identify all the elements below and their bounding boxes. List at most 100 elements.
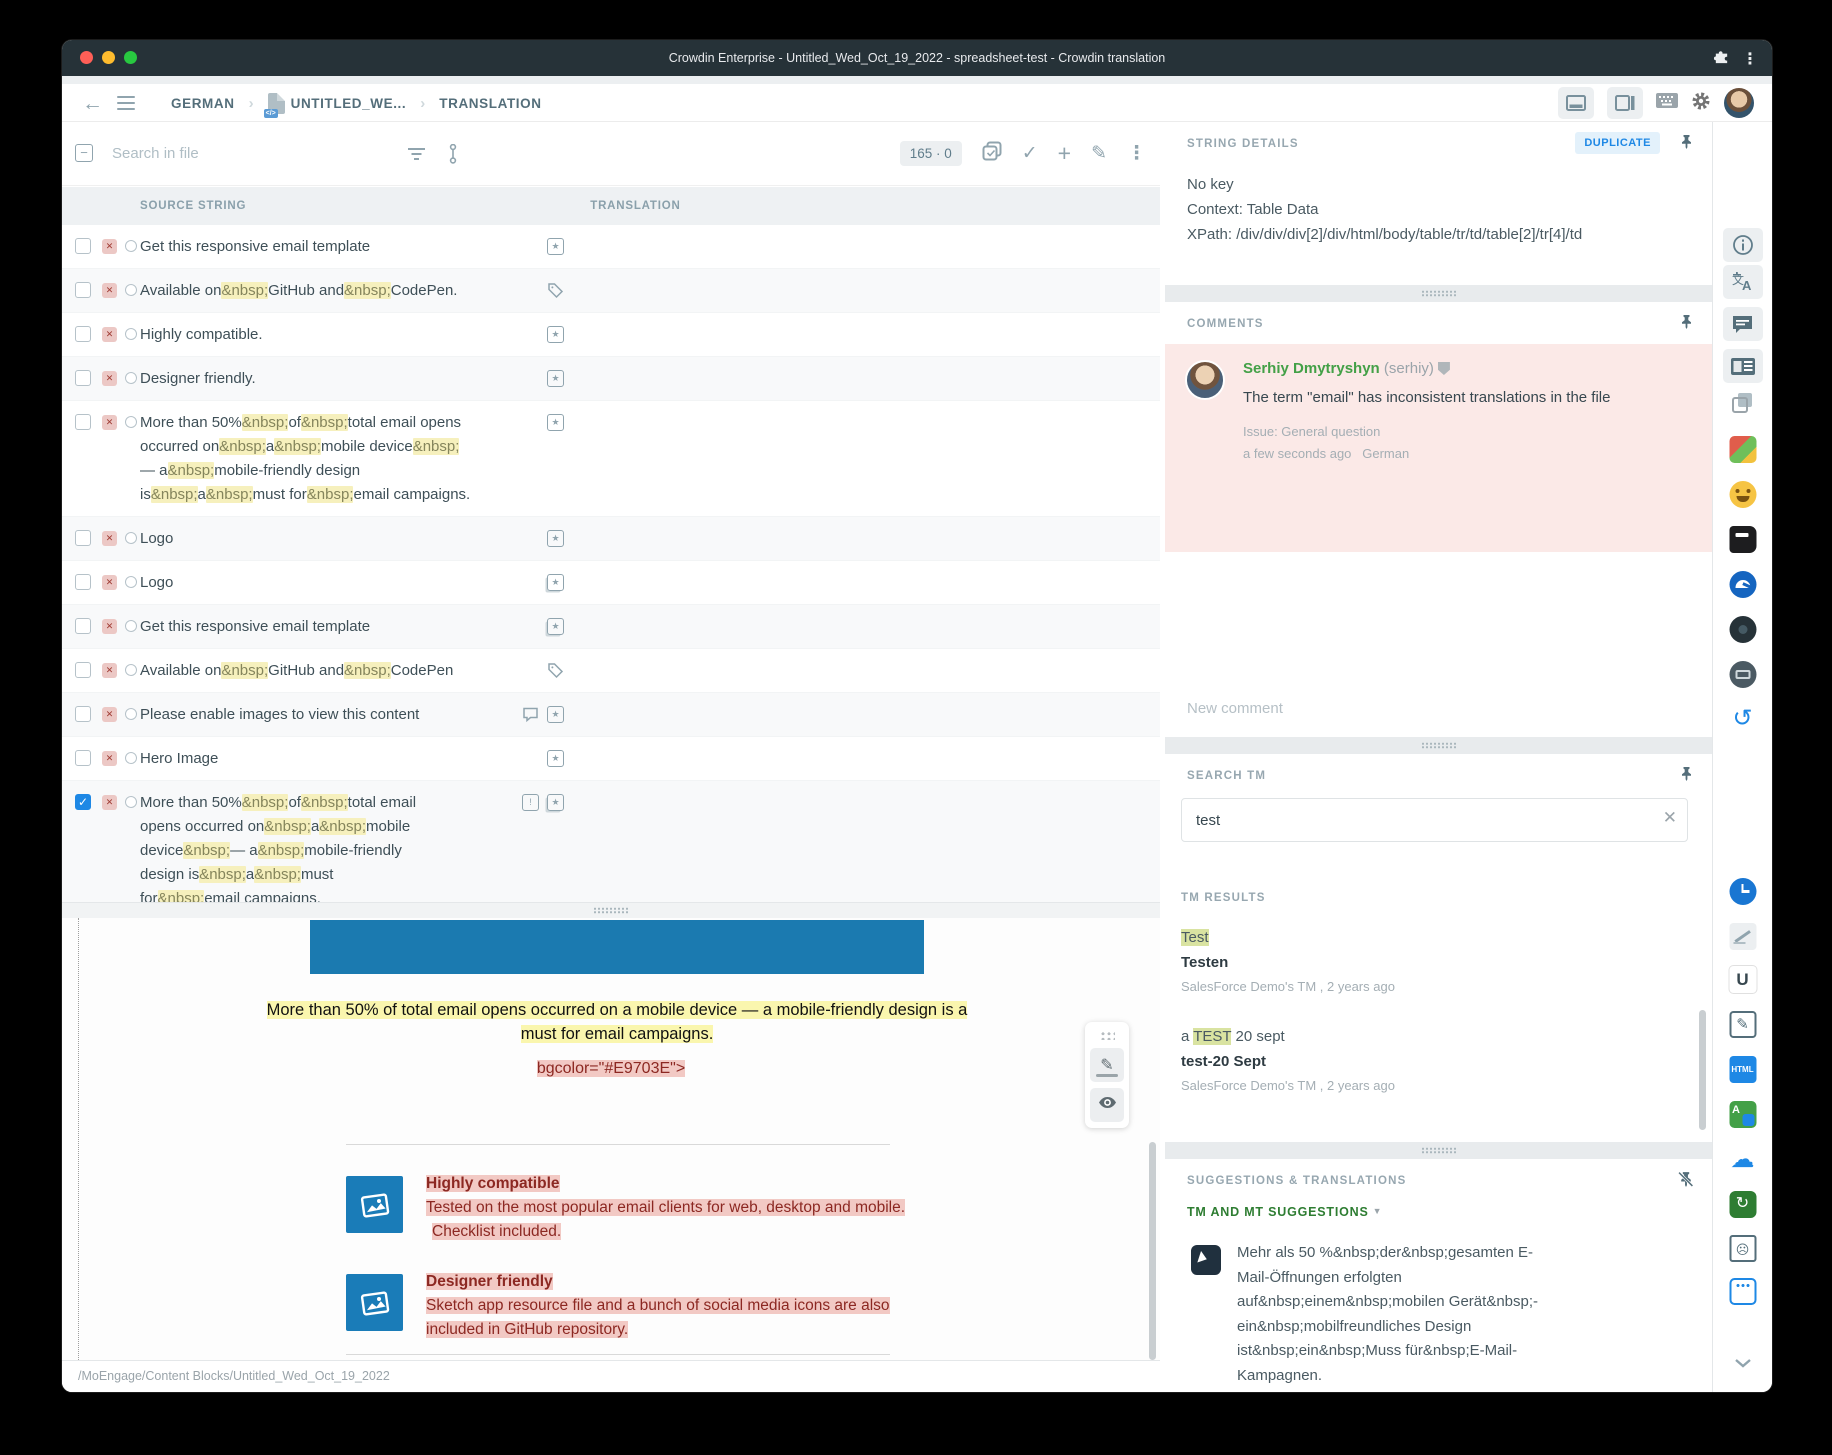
- timer-app-icon[interactable]: [1729, 878, 1756, 905]
- string-row[interactable]: ✕Designer friendly.★: [62, 357, 1160, 401]
- string-row[interactable]: ✕Logo★: [62, 561, 1160, 605]
- duplicate-badge[interactable]: DUPLICATE: [1575, 132, 1660, 154]
- side-by-side-view-icon[interactable]: [1607, 87, 1643, 119]
- window-controls[interactable]: [80, 51, 137, 64]
- draft-app-icon[interactable]: [1729, 923, 1756, 950]
- row-checkbox[interactable]: [75, 530, 91, 546]
- plus-icon[interactable]: +: [1058, 142, 1071, 165]
- source-string-text[interactable]: Hero Image: [140, 737, 1160, 780]
- preview-edit-button[interactable]: ✎: [1090, 1048, 1124, 1082]
- row-checkbox[interactable]: ✓: [75, 794, 91, 810]
- drag-handle-icon[interactable]: [1100, 1031, 1115, 1040]
- search-input[interactable]: [110, 136, 390, 170]
- history-app-icon[interactable]: ↺: [1729, 706, 1756, 733]
- pencil-icon[interactable]: ✎: [1091, 144, 1107, 163]
- tm-result[interactable]: a TEST 20 septtest-20 SeptSalesForce Dem…: [1181, 1025, 1672, 1098]
- html-app-icon[interactable]: HTML: [1729, 1056, 1756, 1083]
- tm-scrollbar[interactable]: [1699, 1010, 1706, 1130]
- keyboard-icon[interactable]: [1656, 93, 1678, 113]
- pin-icon[interactable]: [1679, 134, 1694, 154]
- unpin-icon[interactable]: [1678, 1171, 1694, 1192]
- cloud-app-icon[interactable]: ☁: [1729, 1147, 1756, 1174]
- email-hero-text[interactable]: More than 50% of total email opens occur…: [247, 998, 987, 1046]
- email-feature-2[interactable]: Designer friendly Sketch app resource fi…: [346, 1270, 906, 1342]
- split-view-icon[interactable]: [1558, 87, 1594, 119]
- breadcrumb-language[interactable]: GERMAN: [171, 96, 235, 111]
- main-menu-button[interactable]: [117, 96, 135, 111]
- source-string-text[interactable]: Please enable images to view this conten…: [140, 693, 1160, 736]
- row-checkbox[interactable]: [75, 618, 91, 634]
- breadcrumb-section[interactable]: TRANSLATION: [439, 96, 541, 111]
- source-string-text[interactable]: Logo: [140, 561, 1160, 604]
- section-splitter[interactable]: [1165, 1142, 1712, 1159]
- tm-mt-suggestions-toggle[interactable]: TM AND MT SUGGESTIONS▼: [1187, 1205, 1382, 1219]
- window-app-icon[interactable]: [1729, 1278, 1756, 1305]
- sort-icon[interactable]: [449, 144, 457, 169]
- string-row[interactable]: ✕Get this responsive email template★: [62, 605, 1160, 649]
- avatar[interactable]: [1724, 88, 1754, 118]
- pin-icon[interactable]: [1679, 314, 1694, 334]
- email-code-text[interactable]: bgcolor="#E9703E">: [62, 1060, 1160, 1078]
- zoom-window-icon[interactable]: [124, 51, 137, 64]
- comment[interactable]: Serhiy Dmytryshyn (serhiy) The term "ema…: [1165, 344, 1712, 552]
- pin-icon[interactable]: [1679, 766, 1694, 786]
- gear-icon[interactable]: [1691, 91, 1711, 116]
- preview-scrollbar[interactable]: [1149, 1142, 1156, 1360]
- preview-eye-button[interactable]: [1090, 1088, 1124, 1122]
- back-button[interactable]: ←: [82, 93, 103, 114]
- report-app-icon[interactable]: ☹: [1729, 1235, 1756, 1262]
- gauge-app-icon[interactable]: [1729, 571, 1756, 598]
- recycle-app-icon[interactable]: ↻: [1729, 1191, 1756, 1218]
- row-checkbox[interactable]: [75, 662, 91, 678]
- suggestion-text[interactable]: Mehr als 50 %&nbsp;der&nbsp;gesamten E-M…: [1237, 1241, 1549, 1388]
- row-checkbox[interactable]: [75, 326, 91, 342]
- row-checkbox[interactable]: [75, 750, 91, 766]
- underline-app-icon[interactable]: U: [1729, 966, 1756, 993]
- collapse-icon[interactable]: −: [75, 144, 93, 162]
- filter-icon[interactable]: [408, 147, 425, 166]
- info-icon[interactable]: [1723, 228, 1763, 262]
- collapse-rail-icon[interactable]: [1734, 1358, 1752, 1368]
- close-window-icon[interactable]: [80, 51, 93, 64]
- email-feature-1[interactable]: Highly compatible Tested on the most pop…: [346, 1172, 906, 1244]
- row-checkbox[interactable]: [75, 282, 91, 298]
- source-string-text[interactable]: Designer friendly.: [140, 357, 1160, 400]
- check-icon[interactable]: ✓: [1022, 144, 1038, 163]
- string-row[interactable]: ✕More than 50%&nbsp;of&nbsp;total email …: [62, 401, 1160, 517]
- row-checkbox[interactable]: [75, 414, 91, 430]
- mine-app-icon[interactable]: [1729, 616, 1756, 643]
- string-row[interactable]: ✓✕More than 50%&nbsp;of&nbsp;total email…: [62, 781, 1160, 902]
- source-string-text[interactable]: More than 50%&nbsp;of&nbsp;total email o…: [140, 401, 472, 516]
- row-checkbox[interactable]: [75, 370, 91, 386]
- editor-panel-icon[interactable]: [1723, 349, 1763, 383]
- breadcrumb-file[interactable]: </> UNTITLED_WE...: [268, 93, 407, 114]
- row-checkbox[interactable]: [75, 574, 91, 590]
- string-row[interactable]: ✕Available on&nbsp;GitHub and&nbsp;CodeP…: [62, 649, 1160, 693]
- preview-splitter[interactable]: [62, 902, 1160, 918]
- string-row[interactable]: ✕Highly compatible.★: [62, 313, 1160, 357]
- row-checkbox[interactable]: [75, 706, 91, 722]
- string-row[interactable]: ✕Please enable images to view this conte…: [62, 693, 1160, 737]
- duplicate-icon[interactable]: [982, 141, 1002, 166]
- source-string-text[interactable]: Available on&nbsp;GitHub and&nbsp;CodePe…: [140, 269, 1160, 312]
- section-splitter[interactable]: [1165, 285, 1712, 302]
- source-string-text[interactable]: Available on&nbsp;GitHub and&nbsp;CodePe…: [140, 649, 1160, 692]
- section-splitter[interactable]: [1165, 737, 1712, 754]
- translator-app-icon[interactable]: A: [1729, 1101, 1756, 1128]
- kebab-icon[interactable]: ⋮: [1127, 144, 1146, 163]
- extension-puzzle-icon[interactable]: [1713, 48, 1730, 70]
- string-row[interactable]: ✕Logo★: [62, 517, 1160, 561]
- screen-app-icon[interactable]: [1729, 661, 1756, 688]
- string-row[interactable]: ✕Hero Image★: [62, 737, 1160, 781]
- source-string-text[interactable]: Logo: [140, 517, 1160, 560]
- clear-search-icon[interactable]: ✕: [1663, 808, 1677, 828]
- string-row[interactable]: ✕Available on&nbsp;GitHub and&nbsp;CodeP…: [62, 269, 1160, 313]
- source-string-text[interactable]: More than 50%&nbsp;of&nbsp;total email o…: [140, 781, 436, 902]
- tm-result[interactable]: TestTestenSalesForce Demo's TM , 2 years…: [1181, 926, 1672, 999]
- new-comment-input[interactable]: [1185, 693, 1692, 723]
- translate-panel-icon[interactable]: 文A: [1723, 265, 1763, 299]
- minimize-window-icon[interactable]: [102, 51, 115, 64]
- string-row[interactable]: ✕Get this responsive email template★: [62, 225, 1160, 269]
- comments-panel-icon[interactable]: [1723, 307, 1763, 341]
- pages-icon[interactable]: [1732, 392, 1754, 414]
